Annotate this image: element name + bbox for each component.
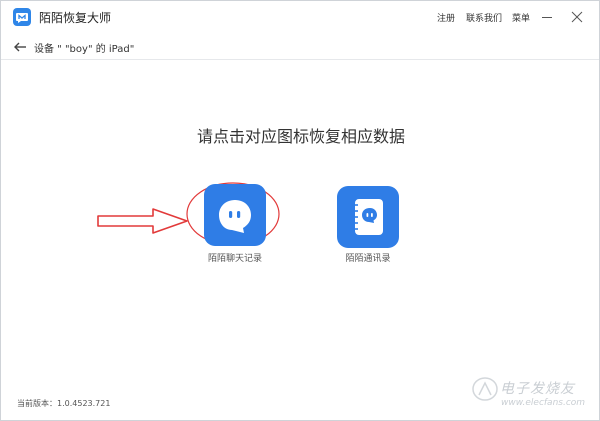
contacts-book-icon [353,199,383,235]
device-bar: 设备 " "boy" 的 iPad" [1,33,599,60]
contacts-button[interactable] [337,186,399,248]
contacts-label: 陌陌通讯录 [345,254,391,264]
chat-records-button[interactable] [204,184,266,246]
contact-us-link[interactable]: 联系我们 [466,11,502,24]
register-link[interactable]: 注册 [437,11,455,24]
minimize-icon[interactable] [537,7,557,27]
annotation-arrow-icon [97,208,188,234]
chat-records-label: 陌陌聊天记录 [207,254,262,264]
back-arrow-icon[interactable] [13,39,27,53]
device-label: 设备 " "boy" 的 iPad" [34,44,135,55]
watermark-url: www.elecfans.com [501,398,586,408]
app-window: 陌陌恢复大师 注册 联系我们 菜单 设备 " "boy" 的 iPad" 请点击… [0,0,600,421]
chat-bubble-icon [219,200,251,233]
close-icon[interactable] [567,7,587,27]
menu-link[interactable]: 菜单 [512,11,530,24]
page-title: 请点击对应图标恢复相应数据 [196,127,405,146]
app-title: 陌陌恢复大师 [39,11,112,25]
watermark-text: 电子发烧友 [500,381,575,397]
app-logo-icon [13,8,31,26]
title-bar: 陌陌恢复大师 注册 联系我们 菜单 [1,1,599,33]
version-label: 当前版本：1.0.4523.721 [17,399,111,408]
